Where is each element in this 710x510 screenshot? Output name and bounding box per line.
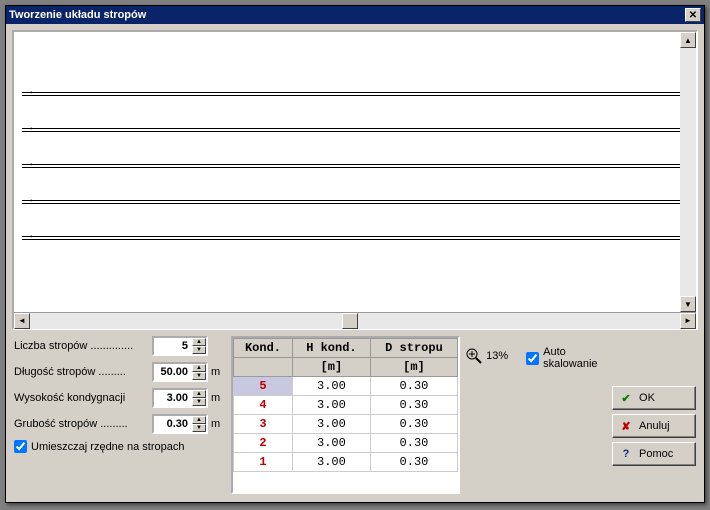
place-ordinates-label: Umieszczaj rzędne na stropach: [31, 441, 184, 453]
spin-down-icon[interactable]: ▼: [192, 346, 206, 354]
thickness-input[interactable]: [154, 416, 192, 432]
cell-d[interactable]: 0.30: [370, 377, 457, 396]
stories-input[interactable]: [154, 338, 192, 354]
spin-up-icon[interactable]: ▲: [192, 390, 206, 398]
col-kond[interactable]: Kond.: [234, 339, 293, 358]
slab-line: ←: [22, 200, 688, 204]
spin-up-icon[interactable]: ▲: [192, 338, 206, 346]
table-row[interactable]: 3 3.00 0.30: [234, 415, 458, 434]
spin-down-icon[interactable]: ▼: [192, 424, 206, 432]
scroll-up-icon[interactable]: ▲: [680, 32, 696, 48]
cell-kond[interactable]: 3: [234, 415, 293, 434]
length-label: Długość stropów .........: [14, 366, 152, 378]
place-ordinates-input[interactable]: [14, 440, 27, 453]
horizontal-scrollbar[interactable]: ◄ ►: [14, 312, 696, 328]
col-hkond-unit: [m]: [292, 358, 370, 377]
length-input[interactable]: [154, 364, 192, 380]
col-kond-unit: [234, 358, 293, 377]
preview-panel: ← ← ← ← ← ▲ ▼ ◄ ►: [12, 30, 698, 330]
cell-d[interactable]: 0.30: [370, 396, 457, 415]
thickness-label: Grubość stropów .........: [14, 418, 152, 430]
spin-down-icon[interactable]: ▼: [192, 372, 206, 380]
vertical-scrollbar[interactable]: ▲ ▼: [680, 32, 696, 312]
place-ordinates-checkbox[interactable]: Umieszczaj rzędne na stropach: [14, 440, 225, 453]
zoom-in-icon[interactable]: [466, 347, 482, 365]
bottom-panel: Liczba stropów .............. ▲▼ Długość…: [12, 330, 698, 496]
cancel-label: Anuluj: [639, 420, 670, 432]
height-input[interactable]: [154, 390, 192, 406]
table-row[interactable]: 2 3.00 0.30: [234, 434, 458, 453]
thickness-stepper[interactable]: ▲▼: [152, 414, 208, 434]
autoscale-checkbox[interactable]: Auto skalowanie: [526, 346, 606, 370]
parameters-panel: Liczba stropów .............. ▲▼ Długość…: [14, 336, 225, 453]
autoscale-label: Auto skalowanie: [543, 346, 606, 370]
slab-line: ←: [22, 236, 688, 240]
cell-kond[interactable]: 5: [234, 377, 293, 396]
stories-stepper[interactable]: ▲▼: [152, 336, 208, 356]
unit-m: m: [211, 366, 225, 378]
unit-m: m: [211, 392, 225, 404]
arrow-left-icon: ←: [28, 122, 38, 133]
cell-d[interactable]: 0.30: [370, 415, 457, 434]
scroll-down-icon[interactable]: ▼: [680, 296, 696, 312]
x-icon: ✘: [619, 420, 633, 433]
col-dstropu-unit: [m]: [370, 358, 457, 377]
arrow-left-icon: ←: [28, 230, 38, 241]
arrow-left-icon: ←: [28, 158, 38, 169]
scroll-track[interactable]: [30, 313, 680, 329]
slab-line: ←: [22, 164, 688, 168]
stories-label: Liczba stropów ..............: [14, 340, 152, 352]
col-dstropu[interactable]: D stropu: [370, 339, 457, 358]
table-row[interactable]: 1 3.00 0.30: [234, 453, 458, 472]
zoom-value: 13%: [486, 350, 508, 362]
cell-d[interactable]: 0.30: [370, 453, 457, 472]
help-label: Pomoc: [639, 448, 673, 460]
cancel-button[interactable]: ✘ Anuluj: [612, 414, 696, 438]
dialog-buttons: ✔ OK ✘ Anuluj ? Pomoc: [612, 336, 696, 466]
dialog-window: Tworzenie układu stropów ✕ ← ← ← ← ← ▲ ▼…: [5, 5, 705, 503]
spin-down-icon[interactable]: ▼: [192, 398, 206, 406]
cell-d[interactable]: 0.30: [370, 434, 457, 453]
slab-line: ←: [22, 128, 688, 132]
slab-line: ←: [22, 92, 688, 96]
client-area: ← ← ← ← ← ▲ ▼ ◄ ► Liczba stropów .......…: [6, 24, 704, 502]
autoscale-input[interactable]: [526, 352, 539, 365]
question-icon: ?: [619, 448, 633, 460]
check-icon: ✔: [619, 392, 633, 405]
spin-up-icon[interactable]: ▲: [192, 416, 206, 424]
scroll-thumb[interactable]: [342, 313, 358, 329]
preview-canvas: ← ← ← ← ←: [14, 32, 696, 312]
scroll-right-icon[interactable]: ►: [680, 313, 696, 329]
cell-h[interactable]: 3.00: [292, 453, 370, 472]
col-hkond[interactable]: H kond.: [292, 339, 370, 358]
titlebar: Tworzenie układu stropów ✕: [6, 6, 704, 24]
arrow-left-icon: ←: [28, 194, 38, 205]
cell-h[interactable]: 3.00: [292, 434, 370, 453]
ok-label: OK: [639, 392, 655, 404]
cell-h[interactable]: 3.00: [292, 377, 370, 396]
help-button[interactable]: ? Pomoc: [612, 442, 696, 466]
height-label: Wysokość kondygnacji: [14, 392, 152, 404]
height-stepper[interactable]: ▲▼: [152, 388, 208, 408]
ok-button[interactable]: ✔ OK: [612, 386, 696, 410]
unit-m: m: [211, 418, 225, 430]
table-row[interactable]: 4 3.00 0.30: [234, 396, 458, 415]
scroll-track[interactable]: [680, 48, 696, 296]
scroll-left-icon[interactable]: ◄: [14, 313, 30, 329]
cell-kond[interactable]: 4: [234, 396, 293, 415]
stories-table[interactable]: Kond. H kond. D stropu [m] [m] 5: [231, 336, 460, 494]
arrow-left-icon: ←: [28, 86, 38, 97]
close-icon[interactable]: ✕: [685, 8, 701, 22]
cell-h[interactable]: 3.00: [292, 415, 370, 434]
cell-h[interactable]: 3.00: [292, 396, 370, 415]
cell-kond[interactable]: 2: [234, 434, 293, 453]
zoom-panel: 13% Auto skalowanie: [466, 336, 606, 370]
spin-up-icon[interactable]: ▲: [192, 364, 206, 372]
titlebar-title: Tworzenie układu stropów: [9, 9, 685, 21]
cell-kond[interactable]: 1: [234, 453, 293, 472]
length-stepper[interactable]: ▲▼: [152, 362, 208, 382]
table-row[interactable]: 5 3.00 0.30: [234, 377, 458, 396]
